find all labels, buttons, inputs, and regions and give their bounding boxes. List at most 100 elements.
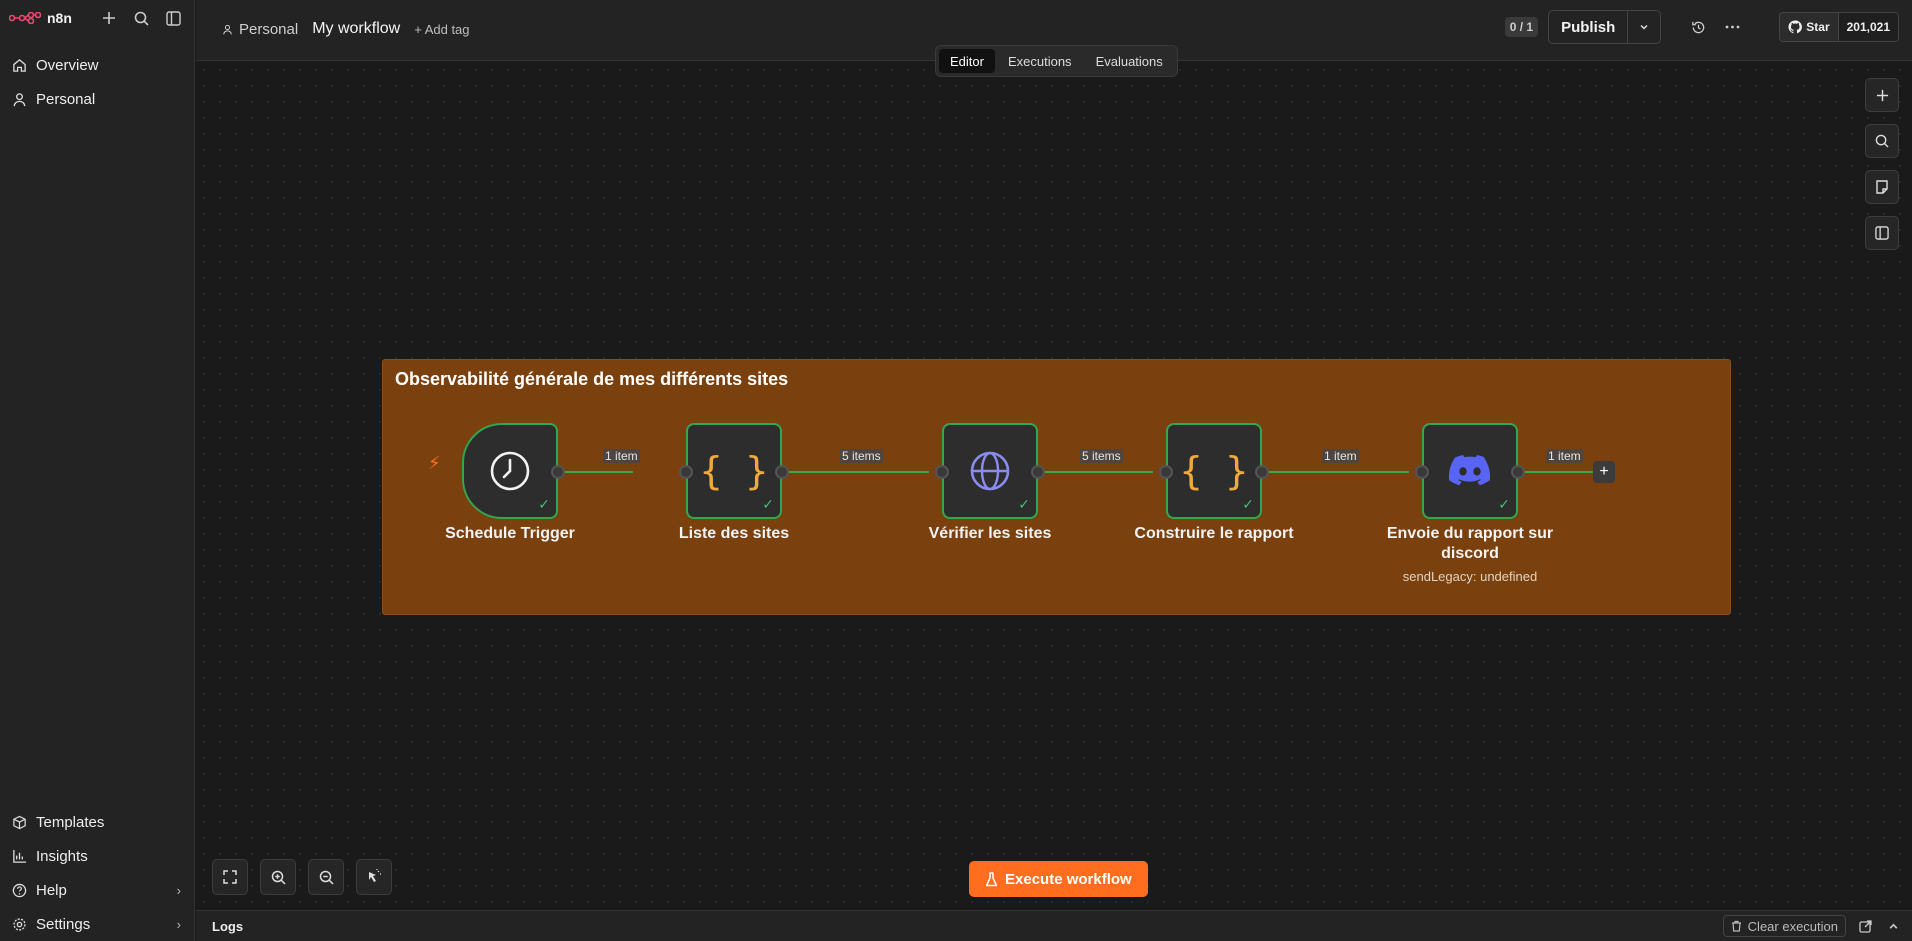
- more-options-icon[interactable]: [1715, 10, 1749, 44]
- project-name: Personal: [239, 20, 299, 38]
- breadcrumb-project[interactable]: Personal: [222, 21, 298, 38]
- output-port[interactable]: [1511, 465, 1525, 479]
- input-port[interactable]: [1415, 465, 1429, 479]
- code-braces-icon: { }: [1179, 449, 1249, 493]
- workflow-canvas[interactable]: Observabilité générale de mes différents…: [196, 62, 1912, 910]
- search-nodes-button[interactable]: [1865, 124, 1899, 158]
- output-port[interactable]: [551, 465, 565, 479]
- fullscreen-icon: [223, 870, 237, 884]
- node-envoie-du-rapport[interactable]: ✓: [1422, 423, 1518, 519]
- sidebar-item-personal[interactable]: Personal: [0, 82, 194, 116]
- github-icon: [1788, 20, 1803, 34]
- chevron-right-icon: ›: [176, 916, 181, 932]
- n8n-logo[interactable]: n8n: [9, 10, 72, 26]
- tidy-up-button[interactable]: [356, 859, 392, 895]
- add-next-node-button[interactable]: +: [1593, 461, 1615, 483]
- sidebar-item-insights[interactable]: Insights: [0, 839, 195, 873]
- output-port[interactable]: [1031, 465, 1045, 479]
- tab-evaluations[interactable]: Evaluations: [1085, 49, 1174, 73]
- add-sticky-button[interactable]: [1865, 170, 1899, 204]
- edge-label: 5 items: [840, 449, 883, 463]
- execute-workflow-label: Execute workflow: [1005, 870, 1132, 888]
- flask-icon: [985, 871, 998, 886]
- canvas-zoom-toolbar: [212, 859, 392, 895]
- tab-editor[interactable]: Editor: [939, 49, 995, 73]
- publish-button[interactable]: Publish: [1549, 11, 1629, 43]
- tab-executions[interactable]: Executions: [997, 49, 1083, 73]
- user-icon: [223, 24, 232, 34]
- github-star-count: 201,021: [1838, 13, 1898, 41]
- chevron-up-icon[interactable]: [1884, 917, 1902, 935]
- sidebar-toggle-icon[interactable]: [164, 9, 182, 27]
- workflow-counter: 0 / 1: [1504, 17, 1539, 37]
- connection-4[interactable]: [1251, 471, 1409, 473]
- node-verifier-les-sites[interactable]: ✓: [942, 423, 1038, 519]
- sticky-note-icon: [1876, 180, 1888, 194]
- node-label: Vérifier les sites: [928, 525, 1052, 542]
- zoom-in-icon: [271, 870, 286, 885]
- execute-workflow-button[interactable]: Execute workflow: [969, 861, 1148, 897]
- user-icon: [13, 92, 26, 106]
- node-label: Construire le rapport: [1134, 525, 1294, 542]
- add-node-button[interactable]: [1865, 78, 1899, 112]
- github-star-button[interactable]: Star 201,021: [1779, 12, 1899, 42]
- node-label: Schedule Trigger: [445, 525, 575, 542]
- connection-2[interactable]: [771, 471, 929, 473]
- input-port[interactable]: [679, 465, 693, 479]
- node-construire-le-rapport[interactable]: { } ✓: [1166, 423, 1262, 519]
- node-label: Liste des sites: [678, 525, 790, 542]
- sidebar-item-label: Overview: [36, 56, 99, 74]
- gear-icon: [13, 917, 26, 931]
- input-port[interactable]: [1159, 465, 1173, 479]
- chevron-down-icon[interactable]: [1628, 11, 1660, 43]
- connection-3[interactable]: [1027, 471, 1153, 473]
- sidebar-item-help[interactable]: Help ›: [0, 873, 195, 907]
- history-icon[interactable]: [1681, 10, 1715, 44]
- app-name: n8n: [47, 10, 72, 26]
- search-icon[interactable]: [132, 9, 150, 27]
- sticky-title: Observabilité générale de mes différents…: [395, 369, 789, 389]
- clear-execution-button[interactable]: Clear execution: [1722, 915, 1846, 937]
- edge-label: 1 item: [1546, 449, 1583, 463]
- fit-view-button[interactable]: [212, 859, 248, 895]
- output-port[interactable]: [775, 465, 789, 479]
- chevron-right-icon: ›: [176, 882, 181, 898]
- trigger-bolt-icon: ⚡︎: [428, 453, 441, 473]
- node-label: Envoie du rapport sur discord: [1386, 525, 1554, 562]
- success-check-icon: ✓: [762, 496, 774, 512]
- edge-label: 1 item: [1322, 449, 1359, 463]
- sidebar-item-label: Settings: [36, 915, 91, 933]
- clear-execution-label: Clear execution: [1747, 918, 1838, 934]
- github-star-label: Star: [1806, 20, 1830, 34]
- sidebar-item-overview[interactable]: Overview: [0, 48, 194, 82]
- workflow-name[interactable]: My workflow: [312, 20, 400, 38]
- publish-button-group: Publish: [1548, 10, 1662, 44]
- plus-icon[interactable]: [100, 9, 118, 27]
- github-star: Star: [1780, 13, 1839, 41]
- sidebar-item-label: Personal: [36, 90, 96, 108]
- sidebar-item-templates[interactable]: Templates: [0, 805, 195, 839]
- logs-bar[interactable]: Logs Clear execution: [196, 910, 1912, 941]
- sticky-note[interactable]: Observabilité générale de mes différents…: [382, 359, 1731, 615]
- node-schedule-trigger[interactable]: ✓: [462, 423, 558, 519]
- search-icon: [1875, 134, 1889, 148]
- output-port[interactable]: [1255, 465, 1269, 479]
- broom-icon: [369, 869, 381, 882]
- globe-icon: [970, 451, 1010, 491]
- toggle-panel-button[interactable]: [1865, 216, 1899, 250]
- zoom-out-icon: [319, 870, 334, 885]
- add-tag-button[interactable]: + Add tag: [414, 22, 469, 37]
- sidebar-item-settings[interactable]: Settings ›: [0, 907, 195, 941]
- clock-icon: [490, 451, 530, 491]
- zoom-out-button[interactable]: [308, 859, 344, 895]
- zoom-in-button[interactable]: [260, 859, 296, 895]
- view-tabs: Editor Executions Evaluations: [935, 45, 1178, 77]
- popout-icon[interactable]: [1856, 917, 1874, 935]
- edge-label: 5 items: [1080, 449, 1123, 463]
- node-subtitle: sendLegacy: undefined: [1402, 569, 1538, 584]
- trash-icon: [1731, 920, 1741, 932]
- input-port[interactable]: [935, 465, 949, 479]
- success-check-icon: ✓: [1018, 496, 1030, 512]
- code-braces-icon: { }: [699, 449, 769, 493]
- node-liste-des-sites[interactable]: { } ✓: [686, 423, 782, 519]
